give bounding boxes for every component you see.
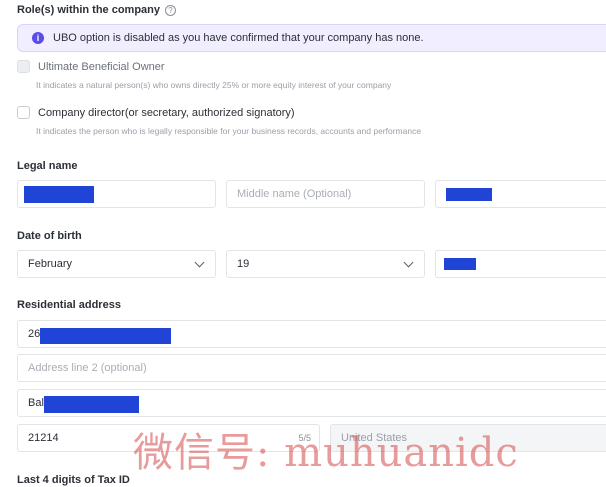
redaction-last-name <box>446 188 492 201</box>
address-line1-input[interactable]: 26 <box>17 320 606 348</box>
chevron-down-icon <box>403 257 414 268</box>
last-name-input[interactable] <box>435 180 606 208</box>
redaction-first-name <box>24 186 94 203</box>
redaction-address-line1 <box>40 328 171 344</box>
director-option: Company director(or secretary, authorize… <box>17 106 295 119</box>
legal-name-label: Legal name <box>17 160 78 172</box>
roles-label: Role(s) within the company ? <box>17 4 177 16</box>
middle-name-placeholder: Middle name (Optional) <box>237 188 352 200</box>
redaction-birth-year <box>444 258 476 270</box>
birth-day-select[interactable]: 19 <box>226 250 425 278</box>
watermark-text: 微信号: muhuanidc <box>133 430 519 476</box>
birth-day-value: 19 <box>237 258 250 270</box>
director-option-description: It indicates the person who is legally r… <box>36 126 422 136</box>
ubo-disabled-notice: i UBO option is disabled as you have con… <box>17 24 606 52</box>
address-line2-placeholder: Address line 2 (optional) <box>28 362 147 374</box>
ubo-option-label: Ultimate Beneficial Owner <box>38 60 165 73</box>
roles-label-text: Role(s) within the company <box>17 4 161 16</box>
address-label: Residential address <box>17 299 121 311</box>
address-line2-input[interactable]: Address line 2 (optional) <box>17 354 606 382</box>
first-name-input[interactable] <box>17 180 216 208</box>
ubo-checkbox[interactable] <box>17 60 30 73</box>
chevron-down-icon <box>194 257 205 268</box>
ubo-option-description: It indicates a natural person(s) who own… <box>36 80 392 90</box>
tax-id-label: Last 4 digits of Tax ID <box>17 474 130 486</box>
notice-text: UBO option is disabled as you have confi… <box>53 32 424 44</box>
help-circle-icon[interactable]: ? <box>165 4 177 16</box>
director-option-label: Company director(or secretary, authorize… <box>38 106 295 119</box>
birth-month-select[interactable]: February <box>17 250 216 278</box>
info-icon: i <box>32 32 44 44</box>
birth-month-value: February <box>28 258 73 270</box>
dob-label: Date of birth <box>17 230 82 242</box>
ubo-option: Ultimate Beneficial Owner <box>17 60 165 73</box>
middle-name-input[interactable]: Middle name (Optional) <box>226 180 425 208</box>
birth-year-select[interactable] <box>435 250 606 278</box>
address-line1-value: 26 <box>28 328 41 340</box>
zip-value: 21214 <box>28 432 59 444</box>
city-input[interactable]: Bal <box>17 389 606 417</box>
director-checkbox[interactable] <box>17 106 30 119</box>
redaction-city <box>44 396 139 413</box>
city-value: Bal <box>28 397 44 409</box>
